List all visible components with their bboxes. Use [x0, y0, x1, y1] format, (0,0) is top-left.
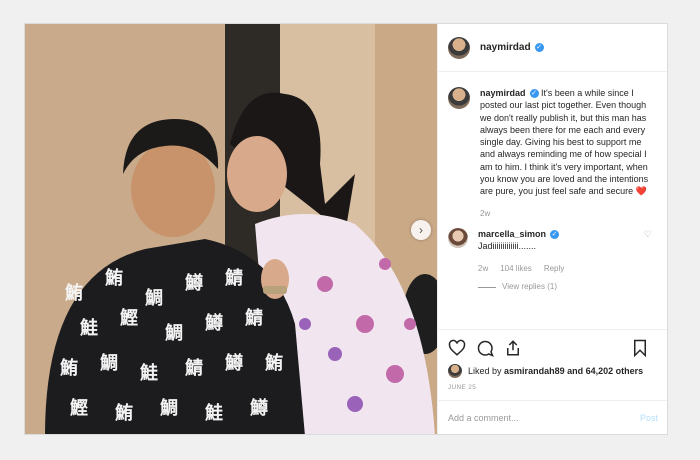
- verified-badge-icon: ✓: [550, 230, 560, 240]
- liker-avatar[interactable]: [448, 364, 462, 378]
- post-actions: Liked by asmirandah89 and 64,202 others …: [438, 329, 667, 391]
- view-replies-label[interactable]: View replies (1): [502, 281, 557, 293]
- add-comment-input[interactable]: Add a comment...: [448, 413, 640, 423]
- photo-illustration: 鮪鮪鯛 鱒鯖鮭 鰹鯛鱒 鯖鮪鯛 鮭鯖鱒 鮪鰹鮪 鯛鮭鱒: [25, 24, 437, 434]
- comment-body: marcella_simon ✓ ♡ Jadiiiiiiiiiiiii......…: [478, 228, 652, 293]
- heart-emoji: ❤️: [635, 186, 647, 197]
- comments-section[interactable]: naymirdad ✓ It's been a while since I pos…: [438, 73, 667, 329]
- svg-text:鮭: 鮭: [79, 317, 98, 339]
- next-photo-button[interactable]: ›: [411, 220, 431, 240]
- svg-text:鮪: 鮪: [60, 357, 78, 379]
- liked-by-row: Liked by asmirandah89 and 64,202 others: [448, 364, 658, 378]
- svg-text:鮭: 鮭: [204, 402, 223, 424]
- post-date: JUNE 25: [448, 384, 477, 391]
- caption-avatar[interactable]: [448, 87, 470, 109]
- post-side-panel: naymirdad ✓ naymirdad ✓ It's been a while…: [437, 24, 667, 434]
- svg-text:鯛: 鯛: [165, 322, 183, 344]
- comment-age: 2w: [478, 263, 489, 273]
- instagram-post-card: 鮪鮪鯛 鱒鯖鮭 鰹鯛鱒 鯖鮪鯛 鮭鯖鱒 鮪鰹鮪 鯛鮭鱒 › naymirdad …: [24, 23, 668, 435]
- view-replies-button[interactable]: View replies (1): [478, 281, 646, 293]
- caption-body: naymirdad ✓ It's been a while since I pos…: [480, 87, 652, 220]
- comment-meta: 2w 104 likes Reply: [478, 263, 646, 275]
- svg-text:鯛: 鯛: [145, 287, 163, 309]
- post-photo[interactable]: 鮪鮪鯛 鱒鯖鮭 鰹鯛鱒 鯖鮪鯛 鮭鯖鱒 鮪鰹鮪 鯛鮭鱒 ›: [25, 24, 437, 434]
- svg-text:鮪: 鮪: [105, 267, 123, 289]
- action-icons: [448, 336, 658, 360]
- caption-username[interactable]: naymirdad: [480, 88, 526, 98]
- comment-like-icon[interactable]: ♡: [644, 228, 652, 240]
- svg-text:鮪: 鮪: [115, 402, 133, 424]
- chevron-right-icon: ›: [419, 223, 423, 237]
- heart-icon[interactable]: [448, 339, 466, 357]
- comment-row: marcella_simon ✓ ♡ Jadiiiiiiiiiiiii......…: [448, 227, 658, 293]
- svg-text:鱒: 鱒: [225, 352, 243, 374]
- svg-text:鮪: 鮪: [65, 282, 83, 304]
- verified-badge-icon: ✓: [534, 43, 544, 52]
- svg-text:鰹: 鰹: [70, 397, 88, 419]
- svg-text:鱒: 鱒: [185, 272, 203, 294]
- comment-likes[interactable]: 104 likes: [500, 263, 532, 275]
- caption-text: It's been a while since I posted our las…: [480, 88, 649, 197]
- svg-text:鱒: 鱒: [205, 312, 223, 334]
- svg-text:鰹: 鰹: [120, 307, 138, 329]
- svg-text:鮭: 鮭: [139, 362, 158, 384]
- post-comment-button[interactable]: Post: [640, 413, 658, 423]
- liked-by-suffix[interactable]: and 64,202 others: [567, 366, 643, 376]
- author-avatar[interactable]: [448, 36, 470, 59]
- add-comment-bar: Add a comment... Post: [438, 400, 667, 434]
- replies-dash: [478, 286, 496, 288]
- author-username[interactable]: naymirdad: [480, 42, 531, 53]
- share-icon[interactable]: [504, 339, 522, 357]
- svg-text:鯖: 鯖: [184, 357, 203, 379]
- post-header: naymirdad ✓: [438, 24, 667, 72]
- svg-text:鯖: 鯖: [224, 267, 243, 289]
- caption-row: naymirdad ✓ It's been a while since I pos…: [448, 87, 658, 220]
- verified-badge-icon: ✓: [529, 89, 539, 99]
- bookmark-icon[interactable]: [632, 339, 648, 357]
- svg-text:鮪: 鮪: [265, 352, 283, 374]
- svg-text:鯛: 鯛: [100, 352, 118, 374]
- caption-age: 2w: [480, 208, 491, 218]
- liked-by-prefix: Liked by: [468, 366, 502, 376]
- svg-text:鯖: 鯖: [244, 307, 263, 329]
- comment-text: Jadiiiiiiiiiiiii.......: [478, 241, 537, 252]
- svg-text:鱒: 鱒: [250, 397, 268, 419]
- svg-text:鯛: 鯛: [160, 397, 178, 419]
- liked-by-user[interactable]: asmirandah89: [504, 366, 565, 376]
- reply-button[interactable]: Reply: [544, 263, 564, 275]
- commenter-avatar[interactable]: [448, 227, 468, 248]
- comment-icon[interactable]: [476, 339, 494, 357]
- commenter-username[interactable]: marcella_simon: [478, 229, 546, 239]
